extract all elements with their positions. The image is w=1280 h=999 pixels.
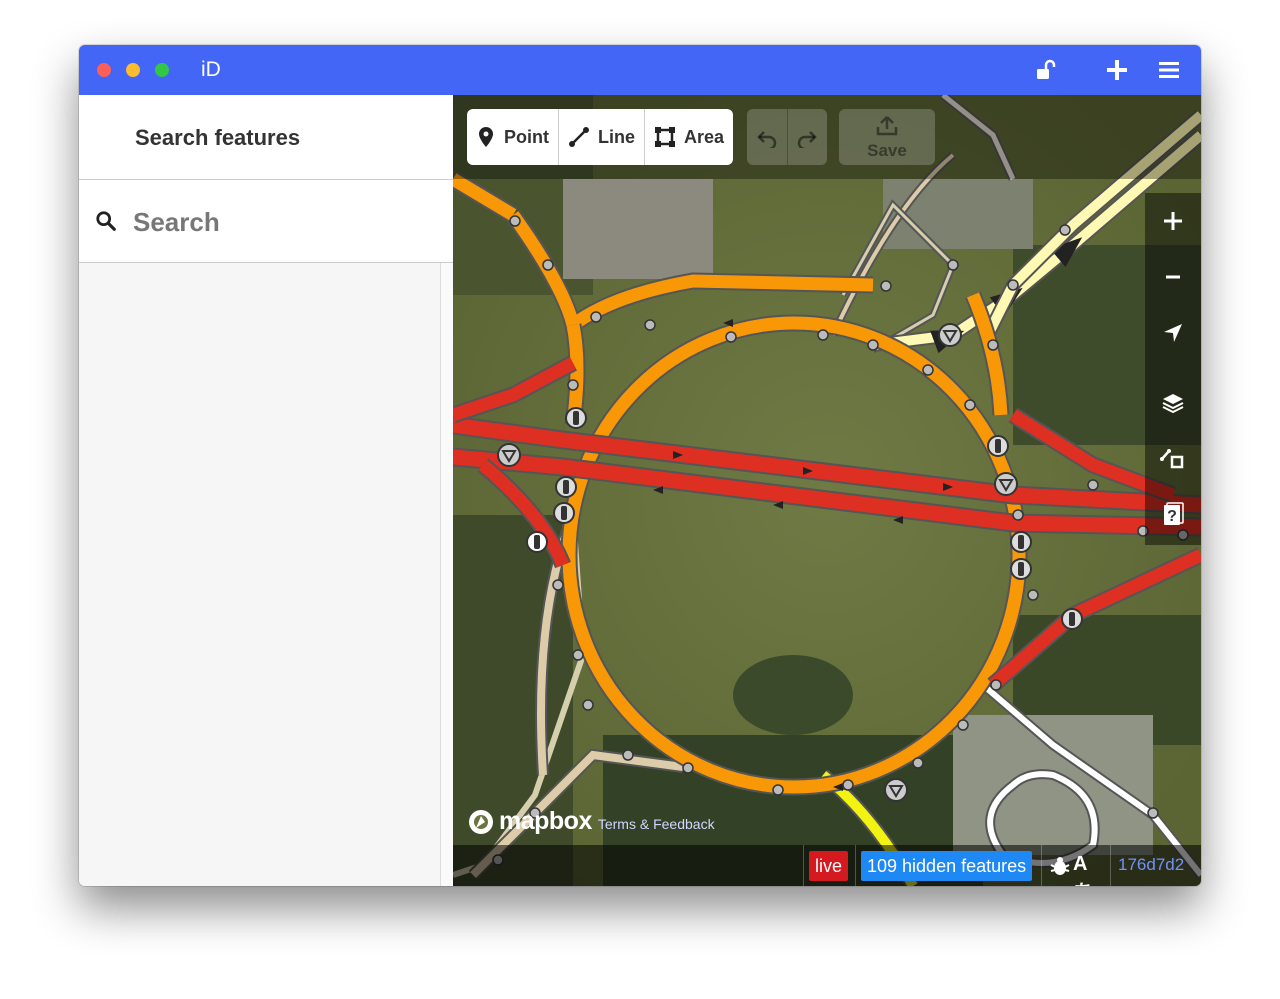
point-icon <box>479 127 493 147</box>
save-label: Save <box>867 141 907 160</box>
hidden-features-badge[interactable]: 109 hidden features <box>861 851 1033 881</box>
map-data-button[interactable] <box>1145 431 1201 487</box>
save-button[interactable]: Save <box>839 109 935 165</box>
map-canvas[interactable] <box>453 95 1201 886</box>
building-block <box>953 715 1153 855</box>
search-icon <box>96 211 116 231</box>
version-link[interactable]: 176d7d2 <box>1118 855 1184 875</box>
map-footer: live 109 hidden features Aあ 176d7d2 <box>453 845 1201 886</box>
add-point-button[interactable]: Point <box>467 109 559 165</box>
undo-redo-group <box>747 109 827 165</box>
footer-divider <box>1041 845 1042 886</box>
map-controls: ? <box>1145 193 1201 545</box>
zoom-in-button[interactable] <box>1145 193 1201 249</box>
bug-icon[interactable] <box>1049 855 1071 877</box>
add-area-button[interactable]: Area <box>645 109 733 165</box>
sidebar-scrollbar[interactable] <box>440 263 453 886</box>
mapbox-logo-icon <box>469 809 493 834</box>
sidebar-title: Search features <box>135 125 301 150</box>
menu-icon[interactable] <box>1157 58 1181 82</box>
zoom-in-icon <box>1164 212 1182 230</box>
upload-icon <box>876 116 898 136</box>
geolocate-button[interactable] <box>1145 305 1201 361</box>
undo-button[interactable] <box>747 109 788 165</box>
footer-divider <box>1110 845 1111 886</box>
building-block <box>563 179 713 279</box>
app-window: iD Search features Search Point Line Are… <box>79 45 1201 886</box>
search-row <box>79 180 453 263</box>
add-line-button[interactable]: Line <box>559 109 646 165</box>
map-data-icon <box>1160 449 1184 469</box>
unlock-icon[interactable] <box>1034 58 1058 82</box>
footer-divider <box>803 845 804 886</box>
plus-icon[interactable] <box>1105 58 1129 82</box>
add-feature-toolbar: Point Line Area <box>467 109 733 165</box>
help-button[interactable]: ? <box>1145 487 1201 543</box>
close-window-button[interactable] <box>97 63 111 77</box>
language-icon[interactable]: Aあ <box>1073 853 1103 886</box>
zoom-out-button[interactable] <box>1145 249 1201 305</box>
sidebar: Search features <box>79 95 454 886</box>
live-badge: live <box>809 851 849 881</box>
redo-icon <box>798 131 818 148</box>
add-area-label: Area <box>684 126 725 147</box>
line-icon <box>569 127 589 147</box>
add-point-label: Point <box>504 126 549 147</box>
title-bar: iD <box>79 45 1201 95</box>
undo-icon <box>756 131 776 148</box>
zoom-out-icon <box>1166 275 1180 279</box>
add-line-label: Line <box>598 126 636 147</box>
area-icon <box>655 127 676 147</box>
help-icon: ? <box>1164 502 1184 525</box>
app-title: iD <box>201 58 221 81</box>
layers-icon <box>1162 394 1184 414</box>
mapbox-logo-text: mapbox <box>499 807 592 835</box>
sidebar-header: Search features <box>79 95 453 180</box>
footer-divider <box>855 845 856 886</box>
redo-button[interactable] <box>788 109 828 165</box>
mapbox-attribution: mapbox Terms & Feedback <box>467 807 715 836</box>
zoom-window-button[interactable] <box>155 63 169 77</box>
pond-area <box>733 655 853 735</box>
svg-text:?: ? <box>1167 508 1177 525</box>
map-area[interactable]: Point Line Area Save ? mapbox Terms & Fe… <box>453 95 1201 886</box>
minimize-window-button[interactable] <box>126 63 140 77</box>
terms-feedback-link[interactable]: Terms & Feedback <box>598 816 715 832</box>
search-input[interactable] <box>131 198 435 246</box>
background-layers-button[interactable] <box>1145 375 1201 431</box>
geolocate-icon <box>1164 324 1182 342</box>
